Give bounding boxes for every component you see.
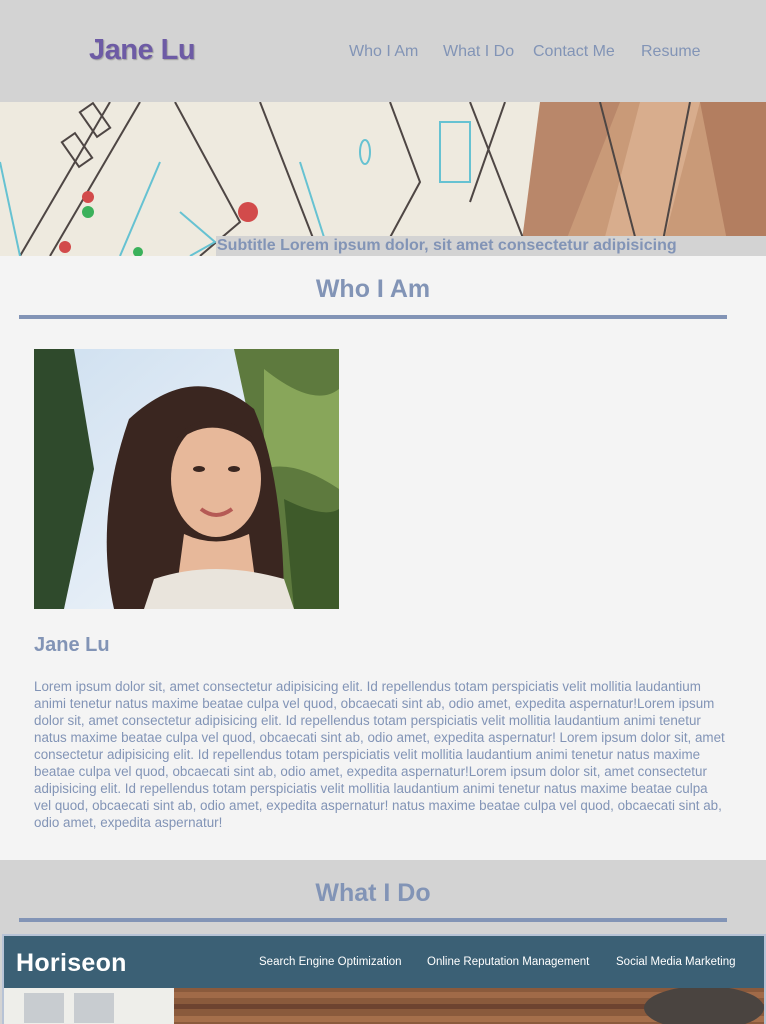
project-logo: Horiseon — [16, 949, 127, 977]
nav-what-i-do[interactable]: What I Do — [443, 43, 514, 61]
section-title-what-i-do: What I Do — [315, 879, 431, 907]
project-link-seo: Search Engine Optimization — [259, 956, 402, 968]
project-hero-image — [4, 988, 764, 1024]
about-name: Jane Lu — [34, 634, 110, 656]
project-header-bar: Horiseon Search Engine Optimization Onli… — [4, 936, 764, 988]
site-brand[interactable]: Jane Lu — [89, 34, 196, 67]
nav-resume[interactable]: Resume — [641, 43, 701, 61]
hero-subtitle: Subtitle Lorem ipsum dolor, sit amet con… — [216, 236, 766, 256]
section-divider — [19, 918, 727, 922]
site-header: Jane Lu Who I Am What I Do Contact Me Re… — [0, 0, 766, 102]
project-card-horiseon[interactable]: Horiseon Search Engine Optimization Onli… — [2, 934, 766, 1024]
about-bio: Lorem ipsum dolor sit, amet consectetur … — [34, 679, 725, 830]
hero-image — [0, 102, 766, 256]
nav-who-i-am[interactable]: Who I Am — [349, 43, 418, 61]
nav-contact-me[interactable]: Contact Me — [533, 43, 615, 61]
section-title-who-i-am: Who I Am — [315, 275, 431, 303]
project-link-reputation: Online Reputation Management — [427, 956, 590, 968]
project-link-social: Social Media Marketing — [616, 956, 736, 968]
hero-banner — [0, 102, 766, 256]
profile-photo — [34, 349, 339, 609]
section-divider — [19, 315, 727, 319]
